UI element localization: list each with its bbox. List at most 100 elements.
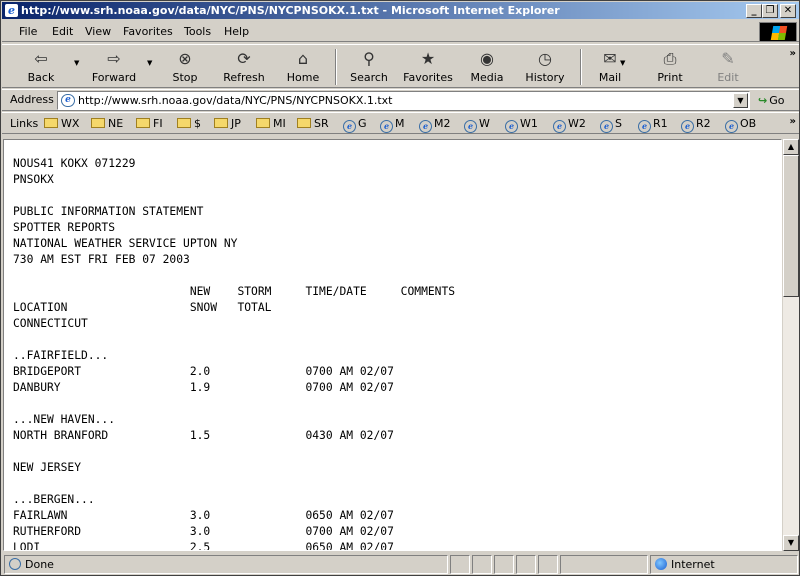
link-sr[interactable]: SR <box>297 116 329 132</box>
home-button[interactable]: ⌂ Home <box>282 47 324 87</box>
favorites-folder-icon: ★ <box>420 49 436 68</box>
maximize-button[interactable]: ❐ <box>762 4 778 18</box>
plain-text-document: NOUS41 KOKX 071229 PNSOKX PUBLIC INFORMAT… <box>13 156 456 551</box>
link-r1[interactable]: e R1 <box>638 116 668 133</box>
title-bar[interactable]: e http://www.srh.noaa.gov/data/NYC/PNS/N… <box>2 2 799 19</box>
text-line: NEW JERSEY <box>13 461 82 474</box>
link-m[interactable]: eM <box>380 116 405 133</box>
menu-file[interactable]: File <box>19 24 37 39</box>
print-label: Print <box>657 71 683 84</box>
link-dollar[interactable]: $ <box>177 116 201 132</box>
refresh-button[interactable]: ⟳ Refresh <box>220 47 268 87</box>
link-ne[interactable]: NE <box>91 116 123 132</box>
link-wx[interactable]: WX <box>44 116 79 132</box>
media-label: Media <box>470 71 504 84</box>
toolbar-separator <box>335 49 337 85</box>
forward-label: Forward <box>91 71 137 84</box>
ie-page-icon: e <box>464 120 477 133</box>
ie-page-icon: e <box>380 120 393 133</box>
mail-dropdown-icon[interactable]: ▼ <box>620 59 625 67</box>
ie-page-icon: e <box>343 120 356 133</box>
menu-tools[interactable]: Tools <box>184 24 211 39</box>
refresh-icon: ⟳ <box>237 49 251 68</box>
edit-button[interactable]: ✎ Edit <box>708 47 748 87</box>
text-line: PNSOKX <box>13 173 54 186</box>
ie-page-icon: e <box>725 120 738 133</box>
address-bar: Address e http://www.srh.noaa.gov/data/N… <box>2 89 799 111</box>
text-line <box>13 476 455 492</box>
ie-page-icon: e <box>419 120 432 133</box>
status-text-pane: Done <box>4 555 448 574</box>
link-mi[interactable]: MI <box>256 116 286 132</box>
scroll-up-arrow-icon[interactable]: ▲ <box>783 139 799 155</box>
links-overflow-chevron-icon[interactable]: » <box>790 116 796 127</box>
go-button[interactable]: ↪ Go <box>758 92 796 109</box>
link-w[interactable]: eW <box>464 116 490 133</box>
menu-view[interactable]: View <box>85 24 111 39</box>
text-line: LODI 2.5 0650 AM 02/07 <box>13 541 394 551</box>
print-button[interactable]: ⎙ Print <box>650 47 690 87</box>
security-zone-pane: Internet <box>650 555 798 574</box>
back-button[interactable]: ⇦ Back <box>18 47 64 87</box>
vertical-scrollbar[interactable]: ▲ ▼ <box>783 139 799 551</box>
mail-icon: ✉ <box>603 49 617 68</box>
link-fi[interactable]: FI <box>136 116 163 132</box>
links-bar: Links WX NE FI $ JP MI SR eG eM e M2 eW e… <box>2 112 799 134</box>
ie-page-icon: e <box>681 120 694 133</box>
status-text: Done <box>25 558 54 571</box>
scroll-thumb[interactable] <box>783 155 799 297</box>
back-arrow-icon: ⇦ <box>34 49 48 68</box>
link-r2[interactable]: e R2 <box>681 116 711 133</box>
history-button[interactable]: ◷ History <box>522 47 568 87</box>
favorites-button[interactable]: ★ Favorites <box>400 47 456 87</box>
refresh-label: Refresh <box>223 71 265 84</box>
forward-dropdown-icon[interactable]: ▼ <box>147 59 152 67</box>
search-button[interactable]: ⚲ Search <box>346 47 392 87</box>
status-bar: Done Internet <box>2 554 799 575</box>
folder-icon <box>214 118 228 128</box>
menu-favorites[interactable]: Favorites <box>123 24 173 39</box>
media-button[interactable]: ◉ Media <box>467 47 507 87</box>
search-icon: ⚲ <box>363 49 375 68</box>
link-g[interactable]: eG <box>343 116 367 133</box>
mail-label: Mail <box>598 71 622 84</box>
forward-button[interactable]: ⇨ Forward <box>88 47 140 87</box>
edit-pencil-icon: ✎ <box>721 49 735 68</box>
text-line: BRIDGEPORT 2.0 0700 AM 02/07 <box>13 365 394 378</box>
link-s[interactable]: eS <box>600 116 622 133</box>
text-line: NATIONAL WEATHER SERVICE UPTON NY <box>13 237 238 250</box>
menu-help[interactable]: Help <box>224 24 249 39</box>
stop-icon: ⊗ <box>178 49 192 68</box>
address-url[interactable]: http://www.srh.noaa.gov/data/NYC/PNS/NYC… <box>78 94 392 108</box>
minimize-button[interactable]: _ <box>746 4 762 18</box>
address-input[interactable]: e http://www.srh.noaa.gov/data/NYC/PNS/N… <box>57 91 750 110</box>
scroll-down-arrow-icon[interactable]: ▼ <box>783 535 799 551</box>
toolbar-overflow-chevron-icon[interactable]: » <box>790 48 796 59</box>
link-w2[interactable]: e W2 <box>553 116 586 133</box>
address-label: Address <box>10 93 54 106</box>
link-m2[interactable]: e M2 <box>419 116 451 133</box>
stop-button[interactable]: ⊗ Stop <box>165 47 205 87</box>
windows-flag-icon <box>770 26 788 40</box>
links-label: Links <box>10 117 39 130</box>
link-jp[interactable]: JP <box>214 116 241 132</box>
text-line: NORTH BRANFORD 1.5 0430 AM 02/07 <box>13 429 394 442</box>
status-pane <box>538 555 558 574</box>
link-w1[interactable]: e W1 <box>505 116 538 133</box>
link-ob[interactable]: e OB <box>725 116 756 133</box>
text-line: LOCATION SNOW TOTAL <box>13 301 272 314</box>
text-line: NEW STORM TIME/DATE COMMENTS <box>13 285 456 298</box>
search-label: Search <box>350 71 388 84</box>
text-line: FAIRLAWN 3.0 0650 AM 02/07 <box>13 509 394 522</box>
windows-logo-throbber <box>759 22 797 42</box>
address-dropdown-icon[interactable]: ▼ <box>733 93 748 108</box>
status-pane <box>516 555 536 574</box>
close-button[interactable]: ✕ <box>780 4 796 18</box>
browser-window: e http://www.srh.noaa.gov/data/NYC/PNS/N… <box>0 0 800 576</box>
folder-icon <box>297 118 311 128</box>
mail-button[interactable]: ✉ Mail <box>590 47 630 87</box>
back-dropdown-icon[interactable]: ▼ <box>74 59 79 67</box>
menu-edit[interactable]: Edit <box>52 24 73 39</box>
zone-text: Internet <box>671 558 715 571</box>
page-icon: e <box>61 94 75 107</box>
